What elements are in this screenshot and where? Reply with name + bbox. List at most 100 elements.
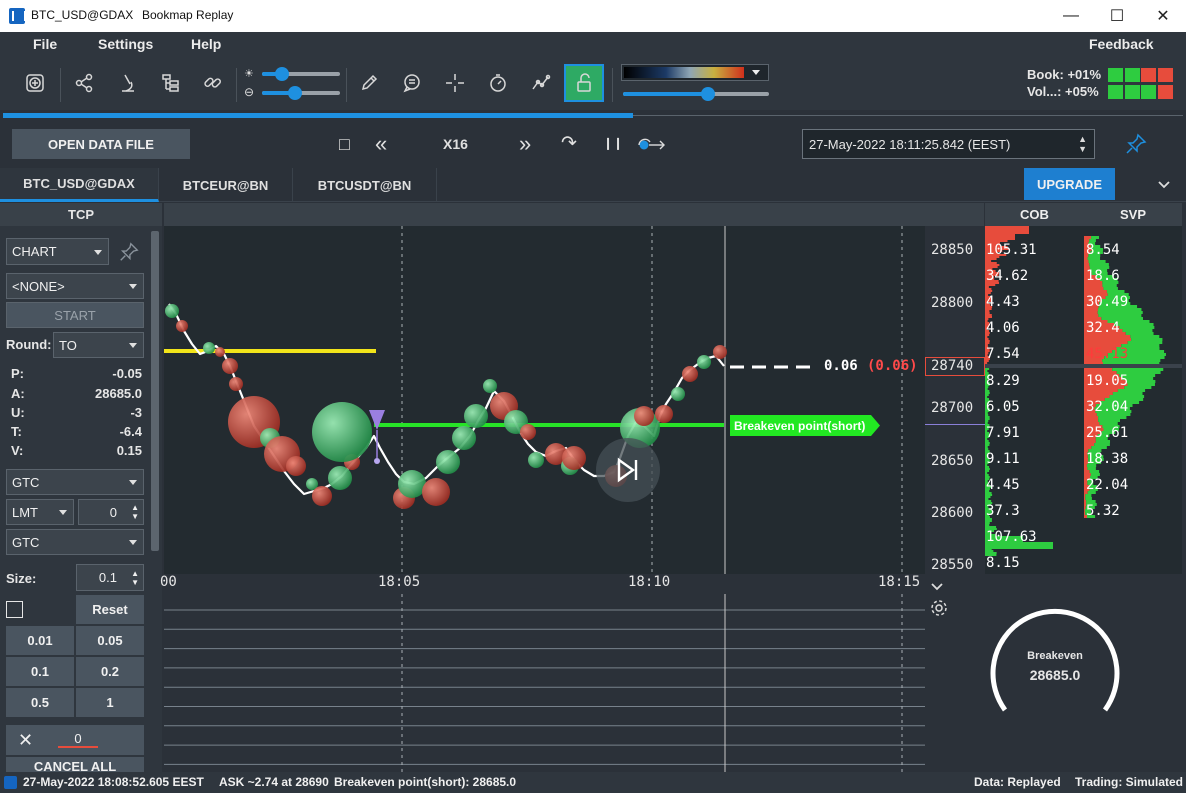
upgrade-button[interactable]: UPGRADE: [1024, 168, 1115, 200]
buy-bubble: [483, 379, 497, 393]
sell-bubble: [634, 406, 654, 426]
open-data-file-button[interactable]: OPEN DATA FILE: [12, 129, 190, 159]
price-label: 28850: [931, 242, 974, 258]
qty-button[interactable]: 0.05: [76, 626, 144, 655]
chevron-down-icon[interactable]: [1158, 179, 1170, 191]
contrast-slider-knob[interactable]: [288, 86, 302, 100]
stopwatch-icon[interactable]: [481, 66, 515, 100]
scrollbar[interactable]: [151, 231, 159, 551]
sell-bubble: [655, 405, 673, 423]
qty-button[interactable]: 1: [76, 688, 144, 717]
toolbar: ☀ ⊖ Book: +01% Vol...: +05%: [0, 58, 1186, 110]
cancel-all-button[interactable]: CANCEL ALL: [6, 757, 144, 773]
heatmap-chart[interactable]: 0.06 (0.06) Breakeven point(short): [164, 226, 925, 574]
qty-button[interactable]: 0.01: [6, 626, 74, 655]
heatmap-slider-knob[interactable]: [701, 87, 715, 101]
u-label: U:: [11, 405, 25, 420]
tcp-title: TCP: [0, 203, 162, 226]
tif-select-2[interactable]: GTC: [6, 529, 144, 555]
spinner-icon[interactable]: ▲ ▼: [131, 503, 139, 521]
pin-icon[interactable]: [118, 241, 140, 263]
hierarchy-icon[interactable]: [154, 66, 188, 100]
imbalance-cell: [1141, 68, 1156, 82]
gauge-value: 28685.0: [1029, 667, 1081, 683]
pin-icon[interactable]: [1124, 132, 1150, 158]
size-stepper[interactable]: 0.1 ▲ ▼: [76, 564, 144, 591]
live-mode-icon[interactable]: [636, 137, 666, 153]
speed-label[interactable]: X16: [443, 136, 468, 152]
fast-forward-button[interactable]: »: [519, 131, 531, 157]
status-icon: [4, 776, 17, 789]
stop-button[interactable]: □: [339, 134, 350, 155]
status-ask: ASK ~2.74 at 28690: [219, 775, 329, 789]
tab-btceur-bn[interactable]: BTCEUR@BN: [159, 168, 293, 202]
gear-icon[interactable]: [929, 598, 949, 618]
qty-button[interactable]: 0.2: [76, 657, 144, 686]
cancel-row: ✕ 0: [6, 725, 144, 755]
link-icon[interactable]: [196, 66, 230, 100]
p-value: -0.05: [112, 366, 142, 381]
account-select[interactable]: <NONE>: [6, 273, 144, 299]
offset-stepper[interactable]: 0 ▲ ▼: [78, 499, 144, 525]
close-button[interactable]: ✕: [1140, 0, 1186, 32]
cob-value: 4.45: [986, 476, 1020, 493]
time-label: 18:10: [628, 574, 671, 590]
order-type-select[interactable]: LMT: [6, 499, 74, 525]
chevron-down-icon[interactable]: [931, 580, 943, 591]
indicator-pane[interactable]: [164, 594, 925, 772]
maximize-button[interactable]: ☐: [1094, 0, 1140, 32]
replay-controls: OPEN DATA FILE □ « X16 » ↷ ❙❙ 27-May-202…: [0, 122, 1186, 166]
jump-button[interactable]: ↷: [561, 132, 577, 155]
rewind-button[interactable]: «: [375, 131, 387, 157]
buy-bubble: [464, 404, 488, 428]
cob-labels: 105.31 34.62 4.43 4.06 7.54 8.29 6.05 7.91 9.11 4…: [985, 226, 1084, 574]
share-icon[interactable]: [67, 66, 101, 100]
indicator-canvas: [164, 594, 925, 772]
minimize-button[interactable]: —: [1048, 0, 1094, 32]
qty-button[interactable]: 0.5: [6, 688, 74, 717]
a-label: A:: [11, 386, 25, 401]
menu-help[interactable]: Help: [191, 36, 221, 52]
v-label: V:: [11, 443, 24, 458]
target-icon[interactable]: [18, 66, 52, 100]
tab-btcusdt-bn[interactable]: BTCUSDT@BN: [293, 168, 437, 202]
brightness-slider-knob[interactable]: [275, 67, 289, 81]
entry-marker-dot: [374, 458, 380, 464]
menu-file[interactable]: File: [33, 36, 57, 52]
reset-button[interactable]: Reset: [76, 595, 144, 624]
unlock-icon[interactable]: [564, 64, 604, 102]
order-type-value: LMT: [12, 504, 38, 520]
cob-value: 7.54: [986, 346, 1020, 363]
sell-bubble: [286, 456, 306, 476]
heatmap-palette-select[interactable]: [621, 64, 769, 81]
close-icon[interactable]: ✕: [18, 730, 33, 751]
chat-icon[interactable]: [395, 66, 429, 100]
spinner-icon[interactable]: ▲ ▼: [1078, 134, 1087, 154]
a-value: 28685.0: [95, 386, 142, 401]
tcp-panel: TCP CHART <NONE> START Round: TO P: -0.0…: [0, 203, 162, 773]
replay-progress-rest: [633, 115, 1183, 116]
feedback-link[interactable]: Feedback: [1089, 36, 1154, 52]
play-icon[interactable]: [596, 438, 660, 502]
mode-select[interactable]: CHART: [6, 238, 109, 265]
menu-settings[interactable]: Settings: [98, 36, 153, 52]
heatmap-gradient: [624, 67, 744, 78]
tif-select[interactable]: GTC: [6, 469, 144, 495]
chart-line-icon[interactable]: [524, 66, 558, 100]
replay-progress[interactable]: [0, 110, 1186, 122]
spinner-icon[interactable]: ▲ ▼: [131, 569, 139, 587]
menu-bar: File Settings Help Feedback: [0, 32, 1186, 58]
cob-value: 4.43: [986, 294, 1020, 311]
start-button[interactable]: START: [6, 302, 144, 328]
qty-button[interactable]: 0.1: [6, 657, 74, 686]
pencil-icon[interactable]: [352, 66, 386, 100]
crosshair-icon[interactable]: [438, 66, 472, 100]
round-select[interactable]: TO: [53, 332, 144, 358]
pause-button[interactable]: ❙❙: [603, 136, 623, 150]
tab-btc-usd-gdax[interactable]: BTC_USD@GDAX: [0, 168, 159, 202]
checkbox[interactable]: [6, 601, 23, 618]
time-label: 18:05: [378, 574, 421, 590]
t-value: -6.4: [119, 424, 142, 439]
microscope-icon[interactable]: [111, 66, 145, 100]
datetime-field[interactable]: 27-May-2022 18:11:25.842 (EEST) ▲ ▼: [802, 129, 1095, 159]
